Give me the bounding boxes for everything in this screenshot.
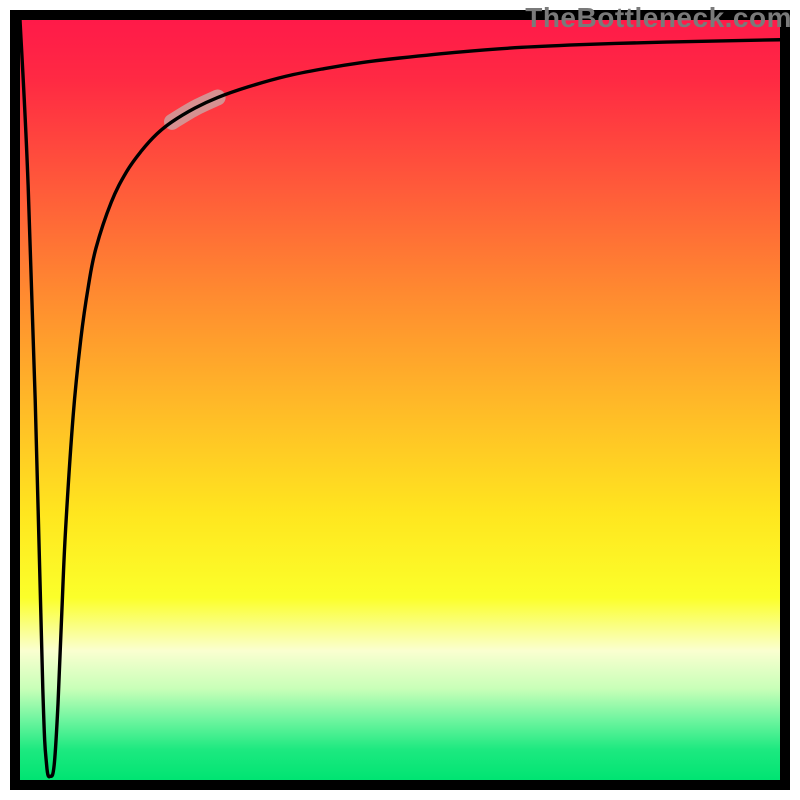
chart-svg bbox=[20, 20, 780, 780]
watermark-label: TheBottleneck.com bbox=[525, 2, 792, 34]
chart-container: TheBottleneck.com bbox=[0, 0, 800, 800]
bottleneck-curve-path bbox=[20, 20, 780, 777]
curve-group bbox=[20, 20, 780, 777]
